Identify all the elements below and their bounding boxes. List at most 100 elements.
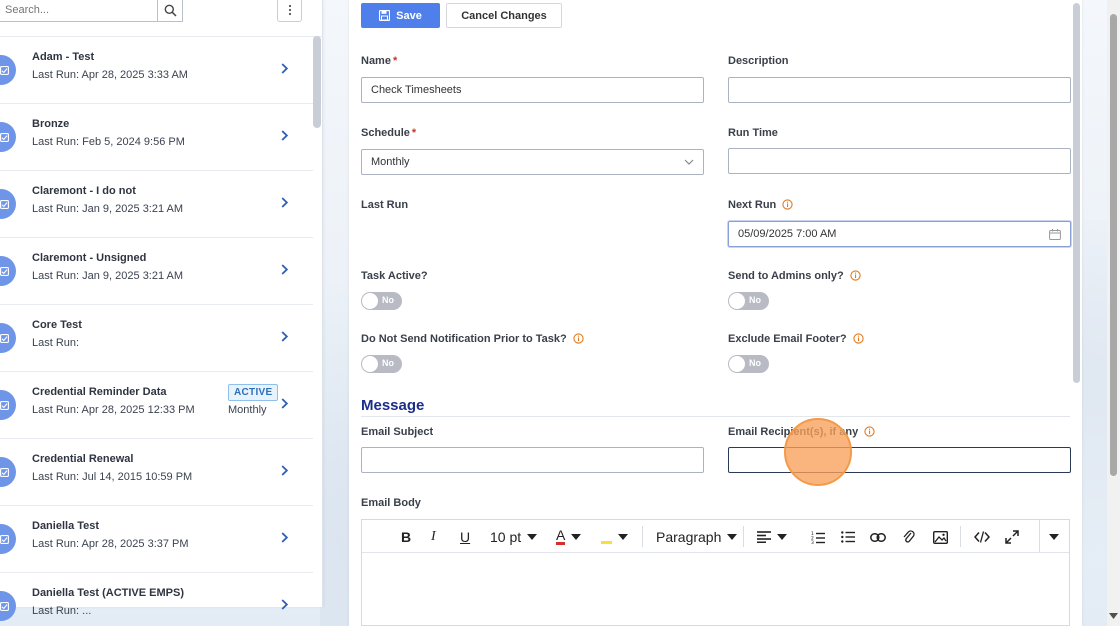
task-name: Claremont - Unsigned [32, 252, 147, 264]
align-left-icon [757, 531, 771, 543]
task-name: Core Test [32, 319, 82, 331]
underline-button[interactable]: U [460, 528, 470, 546]
expand-icon [1005, 530, 1019, 544]
task-last-run: Last Run: ... [32, 605, 92, 617]
task-last-run: Last Run: Jan 9, 2025 3:21 AM [32, 270, 184, 282]
search-row [0, 0, 323, 37]
task-list-item[interactable]: Daniella Test (ACTIVE EMPS) Last Run: ... [0, 573, 313, 626]
name-input[interactable]: Check Timesheets [361, 77, 704, 103]
italic-button[interactable]: I [431, 528, 436, 546]
chevron-right-icon[interactable] [281, 331, 288, 342]
status-badge: ACTIVE [228, 384, 279, 401]
email-recipients-input[interactable] [728, 447, 1071, 473]
chevron-down-icon [684, 159, 694, 165]
highlight-color-button[interactable] [601, 528, 628, 546]
info-icon [853, 333, 864, 344]
click-indicator [784, 418, 852, 486]
chevron-right-icon[interactable] [281, 398, 288, 409]
font-color-icon: A [556, 527, 566, 545]
task-list-panel: Adam - Test Last Run: Apr 28, 2025 3:33 A… [0, 0, 323, 621]
description-input[interactable] [728, 77, 1071, 103]
bullet-list-button[interactable] [841, 528, 855, 546]
task-name: Credential Reminder Data [32, 386, 167, 398]
save-button[interactable]: Save [361, 3, 440, 28]
attachment-button[interactable] [902, 528, 915, 546]
kebab-menu-icon [288, 4, 291, 16]
email-subject-input[interactable] [361, 447, 704, 473]
next-run-label: Next Run [728, 199, 793, 211]
run-time-input[interactable] [728, 148, 1071, 174]
chevron-right-icon[interactable] [281, 264, 288, 275]
task-last-run: Last Run: [32, 337, 80, 349]
task-name: Claremont - I do not [32, 185, 136, 197]
chevron-right-icon[interactable] [281, 532, 288, 543]
task-list-item[interactable]: Claremont - I do not Last Run: Jan 9, 202… [0, 171, 313, 238]
task-avatar [0, 457, 16, 487]
task-icon [0, 333, 9, 343]
task-list-item[interactable]: Bronze Last Run: Feb 5, 2024 9:56 PM [0, 104, 313, 171]
code-icon [974, 531, 990, 543]
task-avatar [0, 256, 16, 286]
schedule-label: Schedule * [361, 127, 417, 139]
search-input[interactable] [0, 0, 158, 22]
chevron-right-icon[interactable] [281, 465, 288, 476]
search-icon [164, 4, 177, 17]
caret-down-icon [727, 534, 738, 540]
exclude-footer-toggle[interactable]: No [728, 355, 769, 373]
link-button[interactable] [870, 528, 886, 546]
bold-button[interactable]: B [401, 528, 411, 546]
task-form: Save Cancel Changes Name * Check Timeshee… [349, 0, 1082, 626]
task-list: Adam - Test Last Run: Apr 28, 2025 3:33 A… [0, 37, 313, 626]
image-icon [933, 530, 948, 544]
align-dropdown[interactable] [757, 528, 787, 546]
numbered-list-button[interactable]: 123 [811, 528, 825, 546]
fullscreen-button[interactable] [1005, 528, 1019, 546]
info-icon [573, 333, 584, 344]
page-scrollbar-thumb[interactable] [1110, 14, 1117, 476]
font-color-button[interactable]: A [556, 527, 582, 546]
task-frequency: Monthly [228, 404, 267, 416]
send-admins-toggle[interactable]: No [728, 292, 769, 310]
form-scrollbar[interactable] [1073, 3, 1080, 383]
chevron-right-icon[interactable] [281, 130, 288, 141]
search-button[interactable] [157, 0, 183, 22]
image-button[interactable] [933, 528, 948, 546]
task-list-item[interactable]: Daniella Test Last Run: Apr 28, 2025 3:37… [0, 506, 313, 573]
chevron-right-icon[interactable] [281, 197, 288, 208]
task-icon [0, 601, 9, 611]
block-format-dropdown[interactable]: Paragraph [656, 528, 738, 546]
source-code-button[interactable] [974, 528, 990, 546]
task-last-run: Last Run: Apr 28, 2025 3:37 PM [32, 538, 189, 550]
schedule-value: Monthly [371, 156, 410, 168]
cancel-changes-button[interactable]: Cancel Changes [446, 3, 562, 28]
task-active-toggle[interactable]: No [361, 292, 402, 310]
task-list-item[interactable]: Core Test Last Run: [0, 305, 313, 372]
chevron-right-icon[interactable] [281, 599, 288, 610]
task-list-item[interactable]: Adam - Test Last Run: Apr 28, 2025 3:33 A… [0, 37, 313, 104]
font-size-dropdown[interactable]: 10 pt [490, 528, 538, 546]
calendar-icon[interactable] [1049, 228, 1061, 240]
task-list-item[interactable]: Claremont - Unsigned Last Run: Jan 9, 202… [0, 238, 313, 305]
email-body-editor[interactable]: B I U 10 pt A Paragraph 123 [361, 519, 1070, 626]
task-list-item[interactable]: Credential Renewal Last Run: Jul 14, 2015… [0, 439, 313, 506]
send-admins-label: Send to Admins only? [728, 270, 861, 282]
scroll-down-arrow-icon[interactable] [1109, 613, 1118, 619]
task-icon [0, 266, 9, 276]
schedule-select[interactable]: Monthly [361, 149, 704, 175]
task-last-run: Last Run: Feb 5, 2024 9:56 PM [32, 136, 185, 148]
toggle-knob [362, 293, 378, 309]
task-avatar [0, 591, 16, 621]
more-tools-button[interactable] [1049, 528, 1059, 546]
task-name: Daniella Test (ACTIVE EMPS) [32, 587, 184, 599]
more-options-button[interactable] [277, 0, 302, 22]
list-scrollbar[interactable] [313, 36, 321, 128]
task-icon [0, 467, 9, 477]
chevron-right-icon[interactable] [281, 63, 288, 74]
name-label: Name * [361, 55, 398, 67]
next-run-input[interactable]: 05/09/2025 7:00 AM [728, 221, 1071, 247]
task-list-item[interactable]: Credential Reminder Data Last Run: Apr 28… [0, 372, 313, 439]
toggle-knob [729, 356, 745, 372]
caret-down-icon [571, 534, 582, 540]
caret-down-icon [618, 534, 628, 540]
no-notify-toggle[interactable]: No [361, 355, 402, 373]
